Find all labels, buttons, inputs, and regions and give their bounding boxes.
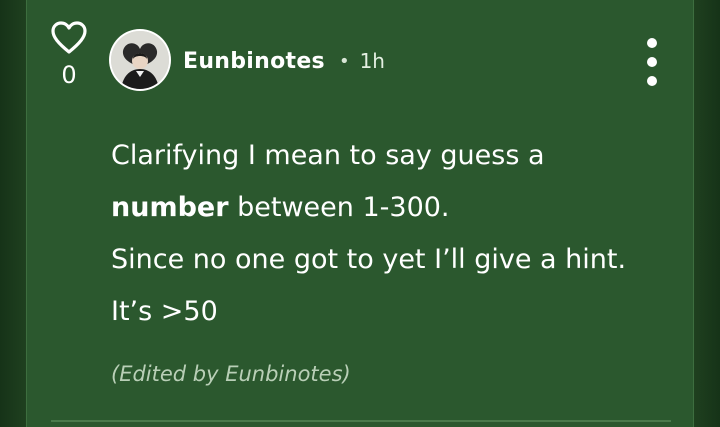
comment-card: 0 Eunbinotes • 1h Clarifying I mean to s… xyxy=(26,0,694,427)
separator-dot: • xyxy=(338,50,350,72)
comment-body: Clarifying I mean to say guess a number … xyxy=(111,130,671,338)
comment-line: Clarifying I mean to say guess a xyxy=(111,140,545,171)
more-vertical-icon-dot xyxy=(647,57,657,67)
timestamp: 1h xyxy=(359,49,385,73)
comment-line: Since no one got to yet I’ll give a hint… xyxy=(111,244,627,275)
comment-line: number between 1-300. xyxy=(111,182,671,234)
author-name[interactable]: Eunbinotes xyxy=(183,49,325,74)
page-backdrop-left xyxy=(0,0,26,427)
divider xyxy=(51,420,671,422)
like-count: 0 xyxy=(61,61,77,89)
more-vertical-icon-dot xyxy=(647,76,657,86)
heart-icon[interactable] xyxy=(50,20,88,56)
more-vertical-icon xyxy=(647,38,657,48)
comment-header: Eunbinotes • 1h xyxy=(183,44,385,78)
more-options-button[interactable] xyxy=(639,38,665,86)
avatar[interactable] xyxy=(111,31,169,89)
comment-line: It’s >50 xyxy=(111,296,218,327)
comment-line-text: between 1-300. xyxy=(228,192,450,223)
bold-word: number xyxy=(111,192,229,223)
edited-note: (Edited by Eunbinotes) xyxy=(111,362,351,386)
like-control: 0 xyxy=(49,20,89,90)
page-backdrop-right xyxy=(694,0,720,427)
